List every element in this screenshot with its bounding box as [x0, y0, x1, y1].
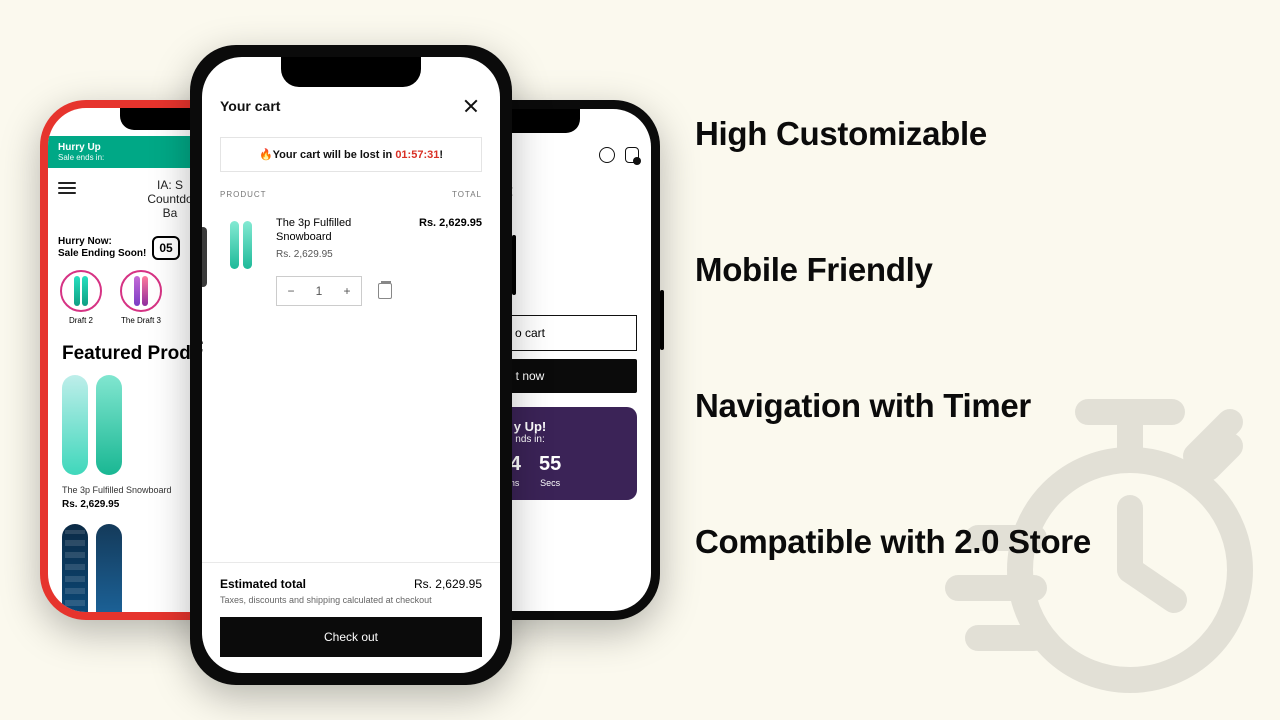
draft-item[interactable]: Draft 2: [60, 270, 102, 325]
phone-button: [512, 235, 516, 295]
phone-center: D F Th Your cart 🔥Your cart will be lost…: [190, 45, 512, 685]
trash-icon[interactable]: [378, 283, 392, 299]
column-headers: PRODUCT TOTAL: [202, 186, 500, 203]
cart-item-unit-price: Rs. 2,629.95: [276, 249, 405, 260]
cart-title: Your cart: [220, 98, 280, 114]
search-icon[interactable]: [599, 147, 615, 163]
banner-title: Hurry Up: [58, 142, 104, 153]
feature-item: High Customizable: [695, 115, 1091, 153]
checkout-button[interactable]: Check out: [220, 617, 482, 657]
phone-mockups: Hurry Up Sale ends in: Days Hrs Mins IA:…: [40, 45, 660, 685]
countdown-box: 05: [152, 236, 179, 260]
cart-summary: Estimated total Rs. 2,629.95 Taxes, disc…: [202, 562, 500, 673]
menu-icon[interactable]: [58, 182, 76, 194]
bag-icon[interactable]: [625, 147, 639, 163]
draft-item[interactable]: The Draft 3: [120, 270, 162, 325]
countdown-time: 01:57:31: [395, 149, 439, 161]
banner-sub: Sale ends in:: [58, 153, 104, 162]
quantity-stepper[interactable]: − 1 +: [276, 276, 362, 306]
rear-peek: [202, 227, 210, 289]
cart-item-total: Rs. 2,629.95: [419, 217, 482, 306]
qty-decrement[interactable]: −: [277, 277, 305, 305]
qty-increment[interactable]: +: [333, 277, 361, 305]
rear-peek-text: F: [202, 337, 203, 363]
cart-item-name: The 3p Fulfilled Snowboard: [276, 217, 405, 245]
estimated-label: Estimated total: [220, 577, 306, 591]
fire-icon: 🔥: [259, 149, 273, 161]
phone-button: [660, 290, 664, 350]
feature-item: Compatible with 2.0 Store: [695, 523, 1091, 561]
cart-item-image: [220, 217, 262, 273]
qty-value: 1: [305, 277, 333, 305]
feature-item: Navigation with Timer: [695, 387, 1091, 425]
cart-countdown-banner: 🔥Your cart will be lost in 01:57:31!: [220, 137, 482, 172]
estimated-value: Rs. 2,629.95: [414, 577, 482, 591]
cart-header: Your cart: [202, 91, 500, 127]
phone-notch: [281, 57, 421, 87]
tax-note: Taxes, discounts and shipping calculated…: [220, 595, 482, 605]
cart-line-item: The 3p Fulfilled Snowboard Rs. 2,629.95 …: [202, 203, 500, 320]
feature-list: High Customizable Mobile Friendly Naviga…: [695, 115, 1091, 561]
feature-item: Mobile Friendly: [695, 251, 1091, 289]
close-icon[interactable]: [460, 95, 482, 117]
